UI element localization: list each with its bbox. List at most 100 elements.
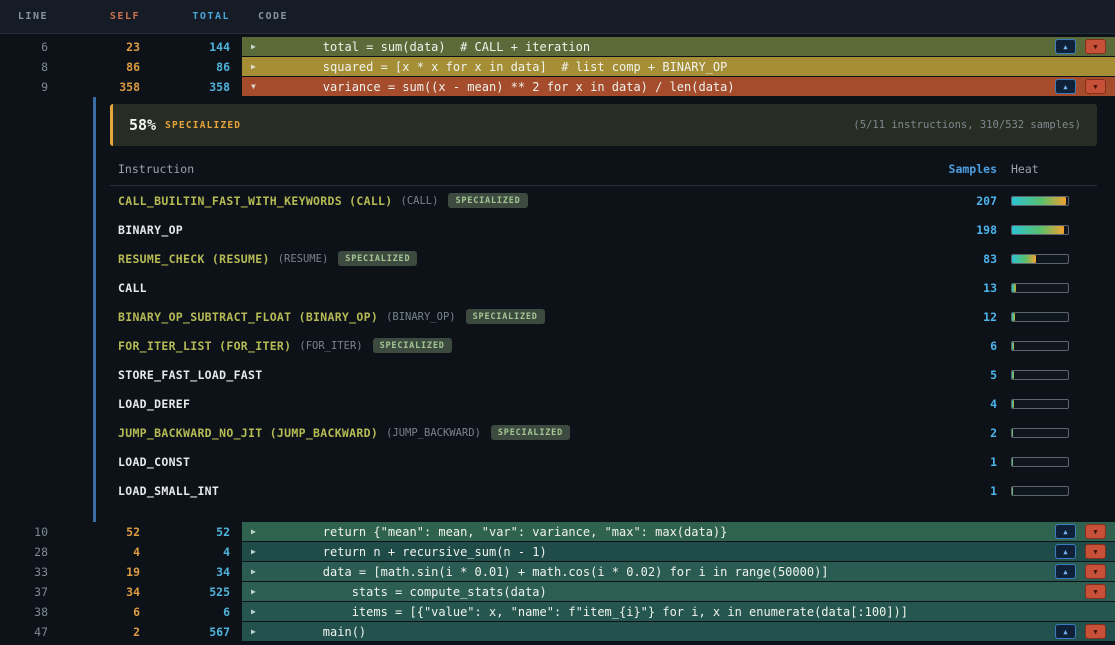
heat-bar [1011,399,1069,409]
specialization-percent: 58% [129,116,156,134]
instruction-name: FOR_ITER_LIST (FOR_ITER) [118,339,291,353]
code-text: items = [{"value": x, "name": f"item_{i}… [265,605,908,619]
base-instruction: (RESUME) [278,253,329,265]
code-row-line-47[interactable]: 472567▶ main()▲▼ [0,622,1115,642]
instruction-cell: STORE_FAST_LOAD_FAST [118,368,927,382]
heat-bar [1011,196,1069,206]
code-cell[interactable]: ▶ squared = [x * x for x in data] # list… [242,57,1115,77]
jump-to-caller-button[interactable]: ▲ [1055,39,1076,54]
specialization-panel: 58% SPECIALIZED (5/11 instructions, 310/… [0,97,1115,522]
heat-bar-fill [1012,255,1036,263]
instruction-cell: LOAD_SMALL_INT [118,484,927,498]
code-row-line-10[interactable]: 105252▶ return {"mean": mean, "var": var… [0,522,1115,542]
instruction-name: CALL [118,281,147,295]
column-header-total: TOTAL [150,11,237,22]
heat-bar-fill [1012,284,1016,292]
line-number: 37 [0,582,60,602]
code-row-line-6[interactable]: 623144▶ total = sum(data) # CALL + itera… [0,37,1115,57]
jump-to-caller-button[interactable]: ▲ [1055,544,1076,559]
code-text: main() [265,625,366,639]
expand-caret-icon[interactable]: ▶ [251,627,265,636]
instruction-row: LOAD_DEREF4 [110,389,1097,418]
expand-caret-icon[interactable]: ▶ [251,607,265,616]
expand-caret-icon[interactable]: ▶ [251,62,265,71]
expand-caret-icon[interactable]: ▶ [251,567,265,576]
code-row-line-9[interactable]: 9358358▼ variance = sum((x - mean) ** 2 … [0,77,1115,97]
jump-to-callee-button[interactable]: ▼ [1085,624,1106,639]
total-samples: 144 [150,37,237,57]
code-row-line-8[interactable]: 88686▶ squared = [x * x for x in data] #… [0,57,1115,77]
code-cell[interactable]: ▶ data = [math.sin(i * 0.01) + math.cos(… [242,562,1115,582]
instruction-samples: 5 [927,368,997,382]
expand-caret-icon[interactable]: ▶ [251,547,265,556]
heat-bar [1011,225,1069,235]
instruction-cell: BINARY_OP [118,223,927,237]
instruction-samples: 207 [927,194,997,208]
total-samples: 4 [150,542,237,562]
base-instruction: (JUMP_BACKWARD) [386,427,481,439]
instruction-table-body: CALL_BUILTIN_FAST_WITH_KEYWORDS (CALL)(C… [110,186,1097,505]
column-header-self: SELF [60,11,150,22]
jump-to-callee-button[interactable]: ▼ [1085,79,1106,94]
row-nav-buttons: ▲▼ [1055,624,1115,639]
code-row-line-38[interactable]: 3866▶ items = [{"value": x, "name": f"it… [0,602,1115,622]
base-instruction: (BINARY_OP) [386,311,456,323]
heat-bar-fill [1012,400,1014,408]
instruction-cell: LOAD_CONST [118,455,927,469]
instruction-samples: 4 [927,397,997,411]
collapse-caret-icon[interactable]: ▼ [251,82,265,91]
heat-bar [1011,486,1069,496]
jump-to-caller-button[interactable]: ▲ [1055,624,1076,639]
self-samples: 6 [60,602,150,622]
code-cell[interactable]: ▶ stats = compute_stats(data) ▼ [242,582,1115,602]
instruction-row: STORE_FAST_LOAD_FAST5 [110,360,1097,389]
instruction-row: LOAD_SMALL_INT1 [110,476,1097,505]
jump-to-callee-button[interactable]: ▼ [1085,584,1106,599]
base-instruction: (FOR_ITER) [299,340,362,352]
expand-caret-icon[interactable]: ▶ [251,587,265,596]
specialized-badge: SPECIALIZED [448,193,527,208]
self-samples: 358 [60,77,150,97]
expand-caret-icon[interactable]: ▶ [251,527,265,536]
code-cell[interactable]: ▶ total = sum(data) # CALL + iteration▲▼ [242,37,1115,57]
instruction-row: LOAD_CONST1 [110,447,1097,476]
instruction-row: CALL_BUILTIN_FAST_WITH_KEYWORDS (CALL)(C… [110,186,1097,215]
heat-bar [1011,283,1069,293]
code-cell[interactable]: ▶ return {"mean": mean, "var": variance,… [242,522,1115,542]
self-samples: 23 [60,37,150,57]
code-cell[interactable]: ▼ variance = sum((x - mean) ** 2 for x i… [242,77,1115,97]
heat-bar-fill [1012,226,1064,234]
line-number: 10 [0,522,60,542]
jump-to-callee-button[interactable]: ▼ [1085,524,1106,539]
total-samples: 525 [150,582,237,602]
code-row-line-37[interactable]: 3734525▶ stats = compute_stats(data)▼ [0,582,1115,602]
code-row-line-33[interactable]: 331934▶ data = [math.sin(i * 0.01) + mat… [0,562,1115,582]
instruction-name: BINARY_OP [118,223,183,237]
jump-to-caller-button[interactable]: ▲ [1055,79,1076,94]
code-cell[interactable]: ▶ main()▲▼ [242,622,1115,642]
instruction-row: BINARY_OP198 [110,215,1097,244]
jump-to-caller-button[interactable]: ▲ [1055,564,1076,579]
expansion-connector-line [93,97,96,522]
code-text: stats = compute_stats(data) [265,585,547,599]
code-cell[interactable]: ▶ items = [{"value": x, "name": f"item_{… [242,602,1115,622]
code-row-line-28[interactable]: 2844▶ return n + recursive_sum(n - 1)▲▼ [0,542,1115,562]
heat-bar [1011,312,1069,322]
column-header-line: LINE [0,11,60,22]
total-samples: 86 [150,57,237,77]
heat-bar-fill [1012,371,1014,379]
row-nav-buttons: ▲▼ [1055,524,1115,539]
expand-caret-icon[interactable]: ▶ [251,42,265,51]
row-nav-buttons: ▼ [1085,584,1115,599]
profiler-app: LINE SELF TOTAL CODE 623144▶ total = sum… [0,0,1115,645]
jump-to-callee-button[interactable]: ▼ [1085,564,1106,579]
row-nav-buttons: ▲▼ [1055,564,1115,579]
jump-to-callee-button[interactable]: ▼ [1085,39,1106,54]
code-cell[interactable]: ▶ return n + recursive_sum(n - 1)▲▼ [242,542,1115,562]
jump-to-callee-button[interactable]: ▼ [1085,544,1106,559]
jump-to-caller-button[interactable]: ▲ [1055,524,1076,539]
total-samples: 34 [150,562,237,582]
instruction-samples: 6 [927,339,997,353]
total-samples: 52 [150,522,237,542]
instruction-table-header: Instruction Samples Heat [110,153,1097,186]
